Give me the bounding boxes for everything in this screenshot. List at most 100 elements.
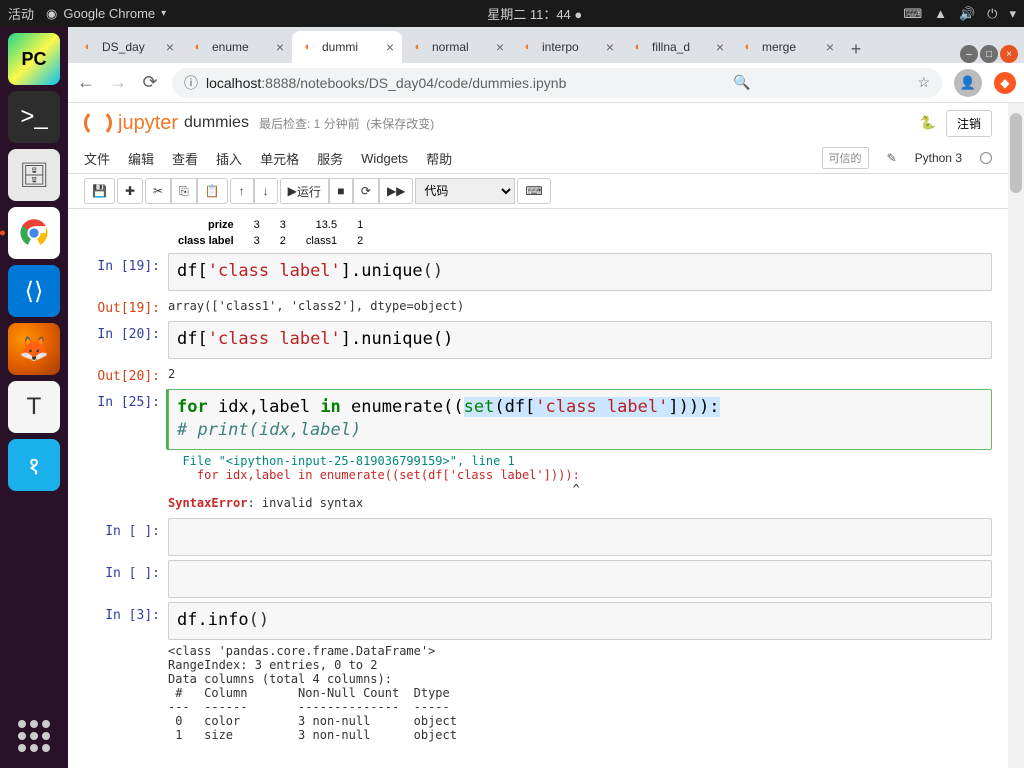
minimize-button[interactable]: – [960,45,978,63]
jupyter-favicon: ◐ [740,39,756,55]
scrollbar-thumb[interactable] [1010,113,1022,193]
close-icon[interactable]: × [386,39,394,55]
dock-terminal[interactable]: >_ [8,91,60,143]
power-icon[interactable]: ⏻ [987,6,997,22]
clock[interactable]: 星期二 11：44 ● [487,7,582,22]
dock-text-editor[interactable]: T [8,381,60,433]
menu-insert[interactable]: 插入 [216,149,242,168]
copy-button[interactable]: ⎘ [171,178,197,204]
input-prompt: In [3]: [78,602,168,746]
input-prompt: In [19]: [78,253,168,291]
new-tab-button[interactable]: + [842,35,870,63]
back-button[interactable]: ← [76,72,96,93]
code-input[interactable] [168,518,992,556]
trusted-indicator[interactable]: 可信的 [822,147,869,169]
chevron-down-icon[interactable]: ▾ [1009,6,1016,22]
site-info-icon[interactable]: ⓘ [184,73,198,93]
code-cell[interactable]: In [20]: df['class label'].nunique() [168,321,992,359]
code-cell[interactable]: In [3]: df.info() <class 'pandas.core.fr… [168,602,992,746]
kernel-name[interactable]: Python 3 [915,151,962,165]
code-cell[interactable]: In [19]: df['class label'].unique() [168,253,992,291]
show-apps-button[interactable] [14,716,54,756]
volume-icon[interactable]: 🔊 [959,6,975,22]
close-icon[interactable]: × [716,39,724,55]
move-up-button[interactable]: ↑ [230,178,254,204]
code-cell[interactable]: In [ ]: [168,560,992,598]
dock-app[interactable]: १ [8,439,60,491]
dock-files[interactable]: 🗄 [8,149,60,201]
reload-button[interactable]: ⟳ [140,72,160,93]
code-input[interactable]: df.info() [168,602,992,640]
cell-type-select[interactable]: 代码 [415,178,515,204]
cut-button[interactable]: ✂ [145,178,171,204]
search-icon[interactable]: 🔍 [733,74,750,91]
kernel-indicator[interactable] [980,152,992,164]
output-cell: prize3313.51 class label32class12 [168,217,992,249]
jupyter-logo[interactable]: jupyter [84,109,178,137]
url-input[interactable]: ⓘ localhost:8888/notebooks/DS_day04/code… [172,68,942,98]
menu-file[interactable]: 文件 [84,149,110,168]
menu-view[interactable]: 查看 [172,149,198,168]
save-button[interactable]: 💾 [84,178,115,204]
browser-tab[interactable]: ◐enume× [182,31,292,63]
keyboard-indicator[interactable]: ⌨ [903,6,922,22]
vertical-scrollbar[interactable] [1008,103,1024,768]
restart-run-all-button[interactable]: ▶▶ [379,178,413,204]
close-window-button[interactable]: × [1000,45,1018,63]
python-logo-icon: 🐍 [920,115,936,131]
menu-edit[interactable]: 编辑 [128,149,154,168]
menu-cell[interactable]: 单元格 [260,149,299,168]
chrome-icon: ◉ [46,6,57,22]
code-input[interactable]: df['class label'].unique() [168,253,992,291]
dock-chrome[interactable] [8,207,60,259]
browser-tab-active[interactable]: ◐dummi× [292,31,402,63]
forward-button[interactable]: → [108,72,128,93]
jupyter-logo-text: jupyter [118,112,178,135]
code-cell-selected[interactable]: In [25]: for idx,label in enumerate((set… [168,389,992,515]
browser-tab[interactable]: ◐merge× [732,31,842,63]
output-text: 2 [168,363,992,385]
pencil-icon[interactable]: ✎ [887,151,897,165]
dock-vscode[interactable]: ⟨⟩ [8,265,60,317]
notebook-container: prize3313.51 class label32class12 In [19… [68,209,1008,766]
url-host: localhost [206,75,261,91]
dock-firefox[interactable]: 🦊 [8,323,60,375]
bookmark-icon[interactable]: ☆ [917,74,930,91]
extension-icon[interactable]: ◆ [994,72,1016,94]
close-icon[interactable]: × [166,39,174,55]
browser-tab[interactable]: ◐normal× [402,31,512,63]
run-button[interactable]: ▶ 运行 [280,178,329,204]
code-input[interactable] [168,560,992,598]
maximize-button[interactable]: □ [980,45,998,63]
menu-help[interactable]: 帮助 [426,149,452,168]
input-prompt: In [25]: [78,389,168,515]
move-down-button[interactable]: ↓ [254,178,278,204]
browser-tab[interactable]: ◐interpo× [512,31,622,63]
browser-tab[interactable]: ◐fillna_d× [622,31,732,63]
notebook-name[interactable]: dummies [184,114,249,132]
activities-button[interactable]: 活动 [8,4,34,23]
tab-title: dummi [322,40,380,54]
interrupt-button[interactable]: ■ [329,178,353,204]
close-icon[interactable]: × [496,39,504,55]
tab-title: normal [432,40,490,54]
notebook-toolbar: 💾 ✚ ✂ ⎘ 📋 ↑ ↓ ▶ 运行 ■ ⟳ ▶▶ 代码 ⌨ [68,174,1008,209]
add-cell-button[interactable]: ✚ [117,178,143,204]
menu-widgets[interactable]: Widgets [361,151,408,166]
close-icon[interactable]: × [606,39,614,55]
dock-pycharm[interactable]: PC [8,33,60,85]
menu-kernel[interactable]: 服务 [317,149,343,168]
logout-button[interactable]: 注销 [946,110,992,137]
paste-button[interactable]: 📋 [197,178,228,204]
close-icon[interactable]: × [826,39,834,55]
close-icon[interactable]: × [276,39,284,55]
network-icon[interactable]: ▲ [934,6,947,21]
code-input[interactable]: df['class label'].nunique() [168,321,992,359]
code-cell[interactable]: In [ ]: [168,518,992,556]
profile-avatar[interactable]: 👤 [954,69,982,97]
restart-button[interactable]: ⟳ [353,178,379,204]
browser-tab[interactable]: ◐DS_day× [72,31,182,63]
command-palette-button[interactable]: ⌨ [517,178,550,204]
code-input[interactable]: for idx,label in enumerate((set(df['clas… [168,389,992,451]
window-title[interactable]: ◉ Google Chrome ▾ [46,6,166,22]
